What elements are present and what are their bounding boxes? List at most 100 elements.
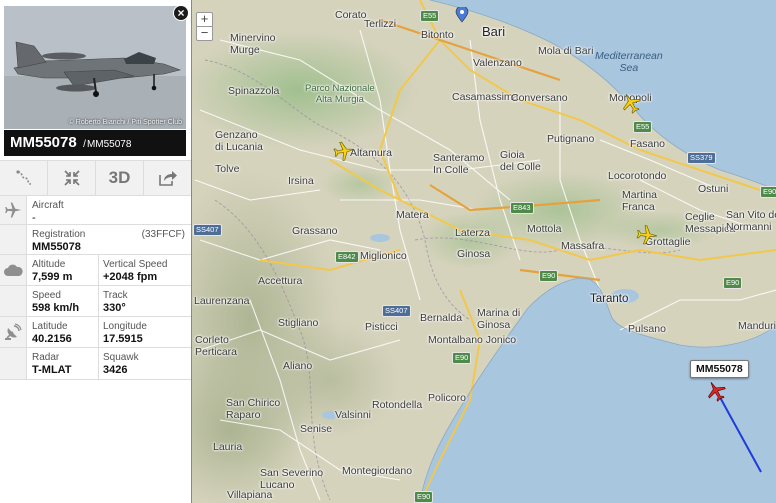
aircraft-marker[interactable]	[333, 140, 355, 162]
road-shield: SS407	[382, 305, 411, 317]
vertical-speed-value: +2048 fpm	[103, 271, 158, 283]
altitude-row: Altitude 7,599 m Vertical Speed +2048 fp…	[0, 255, 191, 286]
place-label: Ginosa	[457, 248, 491, 260]
registration-value: MM55078	[32, 241, 81, 253]
place-label: Genzano di Lucania	[215, 129, 263, 153]
vertical-speed-label: Vertical Speed	[103, 259, 168, 270]
place-label: Mottola	[527, 223, 562, 235]
place-label: Senise	[300, 423, 333, 435]
place-label: Parco Nazionale Alta Murgia	[305, 83, 375, 105]
place-label: Corleto Perticara	[195, 334, 238, 358]
radar-value: T-MLAT	[32, 364, 72, 376]
registration-label: Registration	[32, 229, 86, 240]
aircraft-marker[interactable]	[636, 224, 658, 246]
place-label: Corato	[335, 9, 367, 21]
place-label: Miglionico	[360, 250, 407, 262]
place-label: Manduria	[738, 320, 776, 332]
photo-credit: © Roberto Bianchi / Piti Spotter Club	[68, 119, 182, 126]
road-shield: E90	[539, 270, 559, 282]
track-value: 330°	[103, 302, 126, 314]
place-label: Bernalda	[420, 312, 463, 324]
place-label: Fasano	[630, 138, 666, 150]
place-label: San Chirico Raparo	[226, 397, 281, 421]
airplane-icon	[333, 141, 355, 161]
longitude-value: 17.5915	[103, 333, 143, 345]
share-icon	[158, 171, 177, 186]
latitude-value: 40.2156	[32, 333, 72, 345]
place-label: Taranto	[590, 293, 629, 305]
selected-aircraft-marker[interactable]	[705, 380, 727, 402]
route-icon	[15, 170, 31, 185]
place-label: Policoro	[428, 392, 466, 404]
speed-label: Speed	[32, 290, 61, 301]
flight-info-panel: © Roberto Bianchi / Piti Spotter Club × …	[0, 0, 192, 503]
place-label: Irsina	[288, 175, 314, 187]
route-button[interactable]	[0, 161, 48, 195]
place-label: Montalbano Jonico	[428, 334, 517, 346]
place-label: Martina Franca	[622, 189, 658, 213]
panel-toolbar: 3D	[0, 160, 191, 196]
squawk-label: Squawk	[103, 352, 139, 363]
place-label: Bitonto	[421, 29, 454, 41]
callsign-separator: /	[83, 139, 86, 150]
speed-value: 598 km/h	[32, 302, 80, 314]
location-pin-icon[interactable]	[455, 7, 469, 23]
place-label: Montegiordano	[342, 465, 413, 477]
place-label: Accettura	[258, 275, 303, 287]
share-button[interactable]	[144, 161, 191, 195]
road-shield: E90	[414, 491, 434, 503]
cloud-icon	[4, 264, 23, 276]
place-label: Conversano	[511, 92, 568, 104]
road-shield: E90	[760, 186, 776, 198]
place-label: Locorotondo	[608, 170, 667, 182]
fit-view-button[interactable]	[48, 161, 96, 195]
place-label: Tolve	[215, 163, 240, 175]
place-label: Pisticci	[365, 321, 398, 333]
callsign-bar: MM55078 /MM55078	[4, 130, 186, 156]
3d-view-button[interactable]: 3D	[96, 161, 144, 195]
place-label: Villapiana	[227, 489, 273, 501]
altitude-value: 7,599 m	[32, 271, 73, 283]
road-shield: E842	[335, 251, 359, 263]
airplane-icon	[636, 225, 658, 245]
hex-code: (33FFCF)	[141, 229, 185, 240]
road-shield: E843	[510, 202, 534, 214]
road-shield: E55	[420, 10, 440, 22]
registration-row: Registration MM55078 (33FFCF)	[0, 225, 191, 255]
altitude-label: Altitude	[32, 259, 66, 270]
place-label: Ostuni	[698, 183, 729, 195]
road-shield: SS379	[687, 152, 716, 164]
place-label: Matera	[396, 209, 429, 221]
latitude-label: Latitude	[32, 321, 68, 332]
radar-row: Radar T-MLAT Squawk 3426	[0, 348, 191, 380]
registration-small: MM55078	[86, 139, 132, 150]
close-button[interactable]: ×	[173, 5, 189, 21]
radar-icon	[5, 323, 22, 340]
place-label: Putignano	[547, 133, 595, 145]
speed-row: Speed 598 km/h Track 330°	[0, 286, 191, 317]
place-label: Casamassima	[452, 91, 519, 103]
airplane-icon	[5, 202, 22, 218]
place-label: Laterza	[455, 227, 491, 239]
squawk-value: 3426	[103, 364, 128, 376]
place-label: Gioia del Colle	[500, 149, 541, 173]
place-label: Santeramo In Colle	[433, 152, 485, 176]
longitude-label: Longitude	[103, 321, 147, 332]
aircraft-marker[interactable]	[620, 92, 642, 114]
place-label: San Vito dei Normanni	[726, 209, 776, 233]
place-label: Valenzano	[473, 57, 522, 69]
jet-aircraft-photo-icon	[4, 6, 186, 129]
place-label: San Severino Lucano	[260, 467, 324, 491]
track-label: Track	[103, 290, 128, 301]
aircraft-row: Aircraft -	[0, 196, 191, 225]
road-shield: E90	[723, 277, 743, 289]
zoom-out-button[interactable]: −	[196, 26, 213, 41]
place-label: Massafra	[561, 240, 605, 252]
place-label: Grassano	[292, 225, 338, 237]
road-shield: E55	[633, 121, 653, 133]
place-label: Terlizzi	[364, 18, 397, 30]
fit-view-icon	[63, 170, 80, 186]
sea-label: Mediterranean Sea	[595, 50, 663, 75]
place-label: Rotondella	[372, 399, 423, 411]
place-label: Stigliano	[278, 317, 319, 329]
